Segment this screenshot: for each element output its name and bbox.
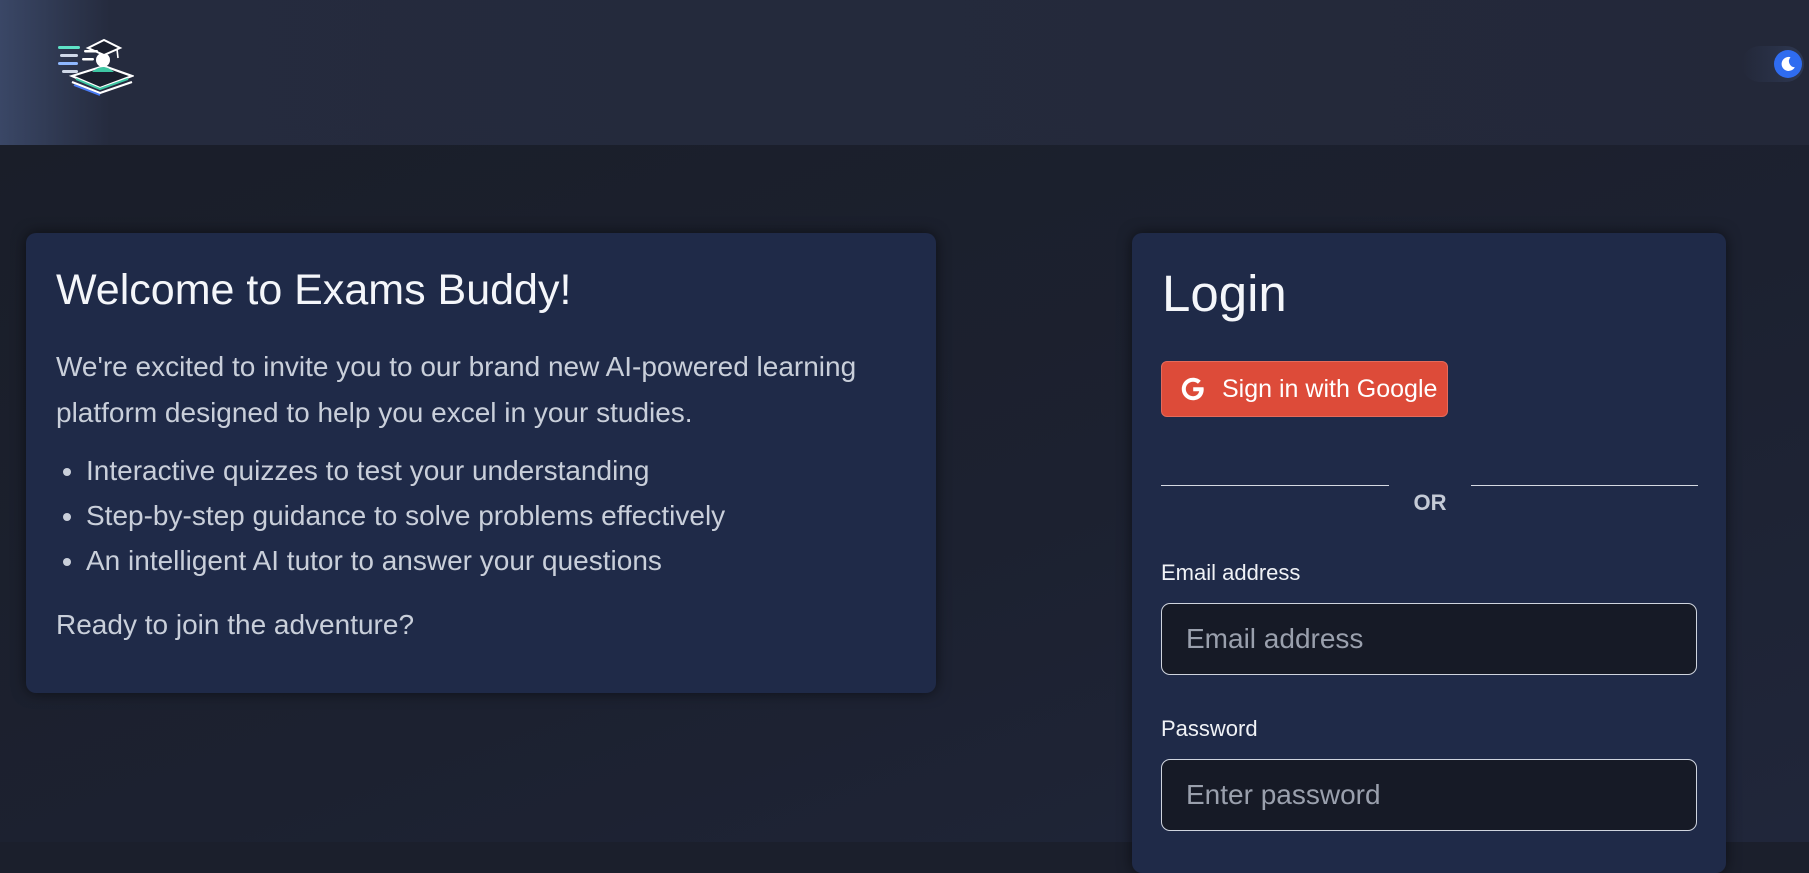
google-sign-in-label: Sign in with Google xyxy=(1222,374,1438,403)
welcome-intro: We're excited to invite you to our brand… xyxy=(56,351,857,429)
feature-item-ai-tutor: An intelligent AI tutor to answer your q… xyxy=(86,538,906,583)
top-navbar xyxy=(0,0,1809,145)
welcome-title: Welcome to Exams Buddy! xyxy=(56,266,572,314)
divider-line-left xyxy=(1161,485,1389,486)
feature-item-quizzes: Interactive quizzes to test your underst… xyxy=(86,448,906,493)
theme-toggle[interactable] xyxy=(1742,46,1804,82)
feature-list: Interactive quizzes to test your underst… xyxy=(56,448,906,583)
moon-icon xyxy=(1781,56,1795,71)
password-input[interactable] xyxy=(1161,759,1697,831)
email-input[interactable] xyxy=(1161,603,1697,675)
google-icon xyxy=(1181,377,1204,401)
email-label: Email address xyxy=(1161,560,1301,585)
welcome-card: Welcome to Exams Buddy! We're excited to… xyxy=(26,233,936,693)
graduation-book-logo[interactable] xyxy=(58,32,134,96)
feature-item-guidance: Step-by-step guidance to solve problems … xyxy=(86,493,906,538)
theme-toggle-knob[interactable] xyxy=(1774,50,1802,78)
login-card: Login Sign in with Google OR Email addre… xyxy=(1132,233,1726,873)
password-label: Password xyxy=(1161,716,1258,741)
welcome-cta: Ready to join the adventure? xyxy=(56,609,415,641)
login-title: Login xyxy=(1162,265,1287,322)
google-sign-in-button[interactable]: Sign in with Google xyxy=(1161,361,1448,417)
or-divider: OR xyxy=(1413,490,1447,515)
divider-line-right xyxy=(1471,485,1698,486)
